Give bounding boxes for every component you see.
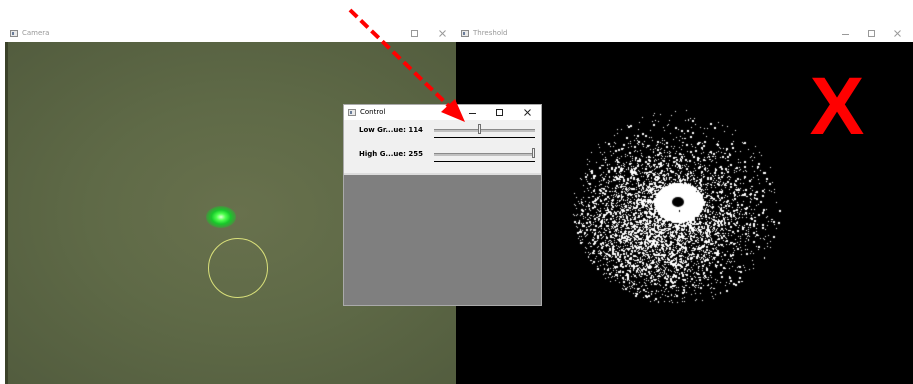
maximize-icon[interactable] (486, 105, 512, 120)
close-icon[interactable] (429, 25, 455, 42)
trackbar-label: High G...ue: 255 (359, 150, 423, 158)
window-app-icon (461, 30, 469, 37)
camera-window-title: Camera (22, 29, 50, 37)
trackbar-underline (434, 137, 535, 138)
trackbar-label: Low Gr...ue: 114 (359, 126, 423, 134)
trackbar-track[interactable] (434, 129, 535, 132)
trackbar-low-green: Low Gr...ue: 114 (344, 121, 541, 143)
maximize-icon[interactable] (858, 25, 884, 42)
camera-feed-edge (5, 42, 8, 384)
trackbar-track[interactable] (434, 153, 535, 156)
laser-dot (206, 206, 236, 228)
trackbar-high-green: High G...ue: 255 (344, 145, 541, 167)
control-empty-area (344, 175, 541, 305)
maximize-icon[interactable] (401, 25, 427, 42)
trackbar-underline (434, 161, 535, 162)
threshold-titlebar[interactable]: Threshold (456, 25, 913, 42)
tracking-circle (208, 238, 268, 298)
window-app-icon (10, 30, 18, 37)
window-app-icon (348, 109, 356, 116)
camera-titlebar[interactable]: Camera (5, 25, 456, 42)
minimize-icon[interactable] (459, 105, 485, 120)
control-titlebar[interactable]: Control (344, 105, 541, 120)
close-icon[interactable] (884, 25, 910, 42)
minimize-icon[interactable] (832, 25, 858, 42)
close-icon[interactable] (514, 105, 540, 120)
control-window-title: Control (360, 108, 386, 116)
trackbar-thumb[interactable] (477, 124, 481, 134)
x-annotation-text: X (810, 72, 865, 142)
threshold-window-title: Threshold (473, 29, 508, 37)
trackbar-thumb[interactable] (532, 148, 535, 158)
control-window: Control Low Gr...ue: 114 High G...ue: 25… (343, 104, 542, 306)
x-annotation: X (810, 72, 865, 142)
